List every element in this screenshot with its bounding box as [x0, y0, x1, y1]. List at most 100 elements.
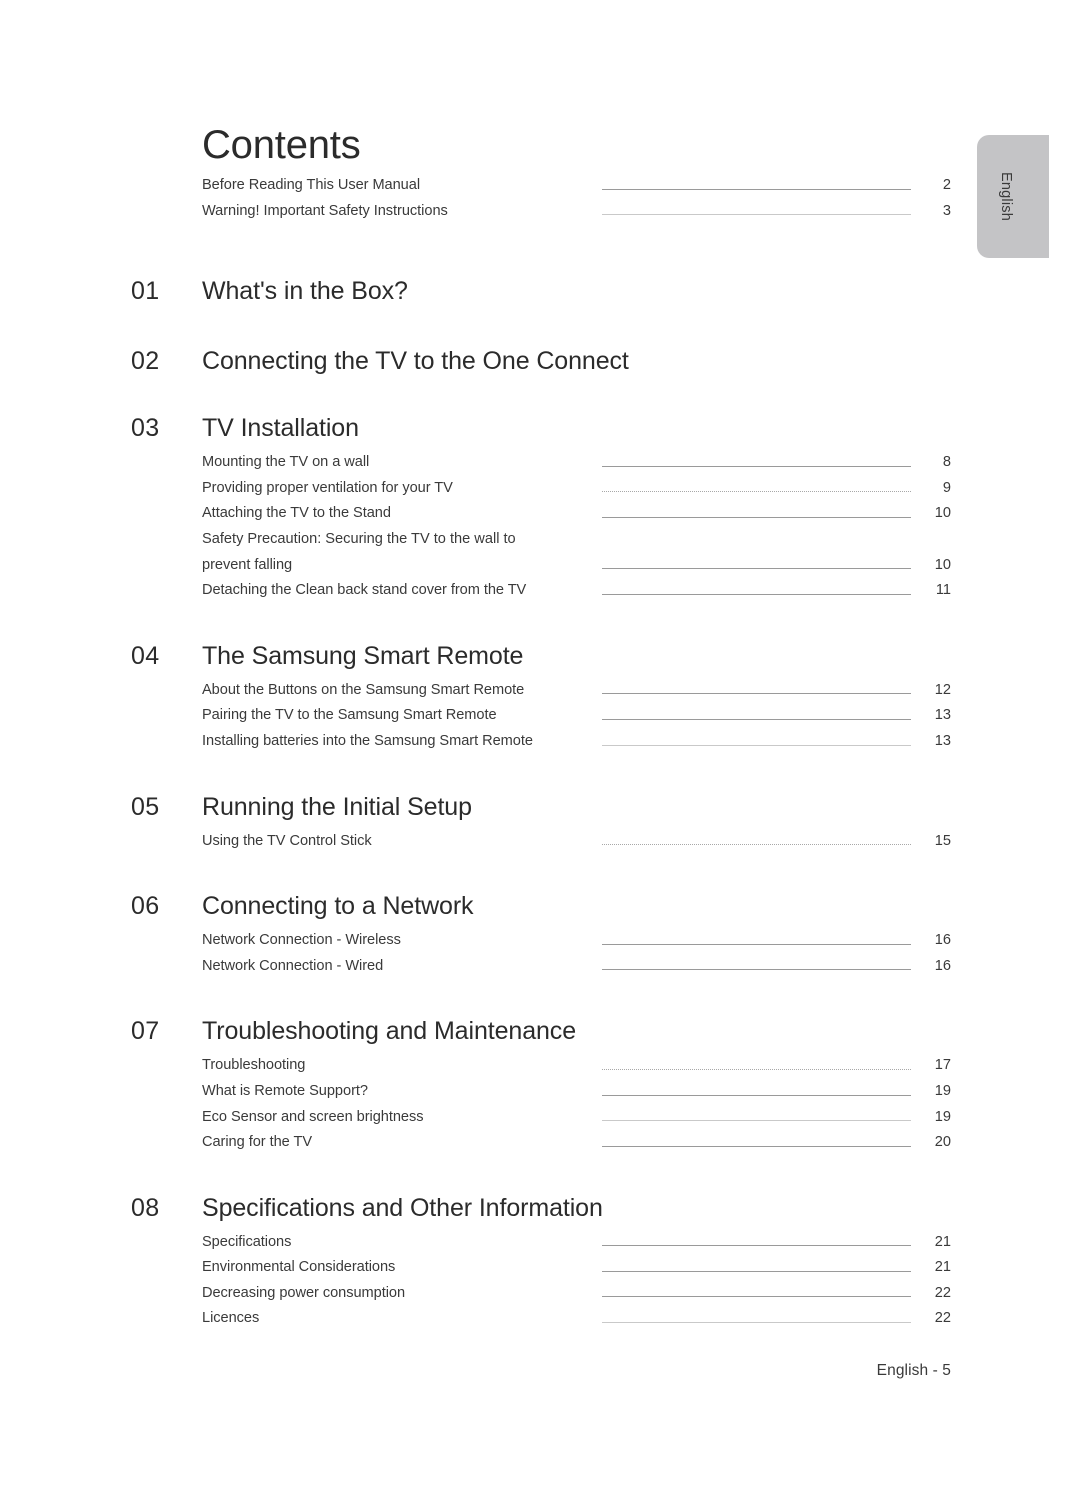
toc-page-number: 15 [934, 832, 951, 849]
toc-entry-label: Providing proper ventilation for your TV [202, 479, 453, 496]
section-01[interactable]: 01 What's in the Box? [131, 277, 951, 306]
toc-entry-label: Network Connection - Wireless [202, 932, 401, 949]
section-number: 08 [131, 1193, 160, 1222]
toc-entry[interactable]: What is Remote Support? 19 [202, 1079, 951, 1105]
toc-leader-line [602, 829, 917, 855]
section-body: What's in the Box? [202, 277, 951, 306]
toc-leader-line [602, 501, 917, 527]
section-03[interactable]: 03 TV Installation Mounting the TV on a wa… [131, 414, 951, 604]
toc-leader-line [602, 1306, 917, 1332]
toc-leader-line [602, 553, 917, 579]
toc-entry-label: Eco Sensor and screen brightness [202, 1108, 424, 1125]
section-body: Running the Initial Setup Using the TV Co… [202, 793, 951, 855]
section-body: Specifications and Other Information Spec… [202, 1194, 951, 1332]
toc-entry-label: Troubleshooting [202, 1057, 306, 1074]
page-footer: English - 5 [876, 1362, 951, 1379]
toc-page-number: 16 [934, 957, 951, 974]
section-list: 01 What's in the Box? 02 Connecting the TV … [131, 277, 951, 1332]
toc-entry[interactable]: Before Reading This User Manual 2 [202, 173, 951, 199]
toc-entry[interactable]: Attaching the TV to the Stand 10 [202, 501, 951, 527]
section-heading: The Samsung Smart Remote [202, 641, 524, 670]
toc-entry-label: Pairing the TV to the Samsung Smart Remo… [202, 707, 497, 724]
toc-entry-label: Installing batteries into the Samsung Sm… [202, 732, 533, 749]
section-05[interactable]: 05 Running the Initial Setup Using the TV … [131, 793, 951, 855]
section-04[interactable]: 04 The Samsung Smart Remote About the Butt… [131, 642, 951, 755]
toc-page-number: 16 [934, 932, 951, 949]
toc-page-number: 8 [942, 454, 951, 471]
toc-leader-line [602, 1281, 917, 1307]
toc-entry[interactable]: Installing batteries into the Samsung Sm… [202, 729, 951, 755]
toc-page-number: 13 [934, 732, 951, 749]
language-tab: English [977, 135, 1049, 258]
section-02[interactable]: 02 Connecting the TV to the One Connect [131, 347, 951, 376]
toc-entry-label: Detaching the Clean back stand cover fro… [202, 582, 527, 599]
toc-entry[interactable]: Licences 22 [202, 1306, 951, 1332]
toc-leader-line [602, 1105, 917, 1131]
toc-leader-line [602, 954, 917, 980]
toc-entry[interactable]: Network Connection - Wired 16 [202, 954, 951, 980]
toc-page-number: 13 [934, 707, 951, 724]
toc-entry[interactable]: Safety Precaution: Securing the TV to th… [202, 527, 951, 578]
toc-leader-line [602, 1079, 917, 1105]
toc-entry[interactable]: Network Connection - Wireless 16 [202, 928, 951, 954]
toc-sublist: Network Connection - Wireless 16 Network C… [202, 928, 951, 979]
section-06[interactable]: 06 Connecting to a Network Network Connect… [131, 892, 951, 979]
toc-entry[interactable]: Detaching the Clean back stand cover fro… [202, 578, 951, 604]
toc-entry[interactable]: Pairing the TV to the Samsung Smart Remo… [202, 703, 951, 729]
section-08[interactable]: 08 Specifications and Other Information Sp… [131, 1194, 951, 1332]
toc-sublist: Using the TV Control Stick 15 [202, 829, 951, 855]
section-number: 03 [131, 414, 160, 443]
section-number: 01 [131, 277, 160, 306]
toc-entry-label: What is Remote Support? [202, 1082, 368, 1099]
manual-page: English Contents Before Reading This Use… [0, 0, 1080, 1494]
section-07[interactable]: 07 Troubleshooting and Maintenance Trouble… [131, 1017, 951, 1155]
section-heading: Connecting the TV to the One Connect [202, 347, 629, 376]
toc-leader-line [602, 928, 917, 954]
section-body: Troubleshooting and Maintenance Troublesh… [202, 1017, 951, 1155]
section-number: 05 [131, 792, 160, 821]
toc-entry[interactable]: Caring for the TV 20 [202, 1130, 951, 1156]
toc-leader-line [602, 678, 917, 704]
section-heading: Connecting to a Network [202, 892, 474, 921]
toc-leader-line [602, 578, 917, 604]
toc-entry[interactable]: Using the TV Control Stick 15 [202, 829, 951, 855]
toc-entry[interactable]: Eco Sensor and screen brightness 19 [202, 1105, 951, 1131]
toc-entry[interactable]: Warning! Important Safety Instructions 3 [202, 199, 951, 225]
page-title: Contents [202, 123, 361, 167]
toc-sublist: Troubleshooting 17 What is Remote Support?… [202, 1053, 951, 1155]
toc-leader-line [602, 1255, 917, 1281]
content-column: Contents Before Reading This User Manual… [131, 0, 951, 1332]
toc-page-number: 22 [934, 1310, 951, 1327]
section-heading: What's in the Box? [202, 277, 408, 306]
toc-entry[interactable]: Decreasing power consumption 22 [202, 1281, 951, 1307]
toc-page-number: 11 [935, 582, 951, 599]
section-number: 04 [131, 641, 160, 670]
section-heading: Running the Initial Setup [202, 792, 472, 821]
toc-entry-label: Network Connection - Wired [202, 957, 384, 974]
toc-page-number: 19 [934, 1108, 951, 1125]
toc-page-number: 19 [934, 1082, 951, 1099]
toc-page-number: 22 [934, 1284, 951, 1301]
toc-entry[interactable]: Mounting the TV on a wall 8 [202, 450, 951, 476]
toc-entry-label: Environmental Considerations [202, 1259, 396, 1276]
section-body: Connecting the TV to the One Connect [202, 347, 951, 376]
toc-entry-label: Using the TV Control Stick [202, 832, 372, 849]
toc-entry[interactable]: Providing proper ventilation for your TV… [202, 476, 951, 502]
toc-entry[interactable]: About the Buttons on the Samsung Smart R… [202, 678, 951, 704]
toc-entry-label: Attaching the TV to the Stand [202, 505, 391, 522]
section-number: 06 [131, 892, 160, 921]
toc-entry-label: Safety Precaution: Securing the TV to th… [202, 530, 516, 547]
toc-entry[interactable]: Troubleshooting 17 [202, 1053, 951, 1079]
toc-entry-label: Warning! Important Safety Instructions [202, 202, 448, 219]
toc-entry[interactable]: Specifications 21 [202, 1230, 951, 1256]
toc-entry-label: Decreasing power consumption [202, 1284, 406, 1301]
toc-sublist: About the Buttons on the Samsung Smart R… [202, 678, 951, 755]
toc-leader-line [602, 173, 917, 199]
toc-page-number: 10 [934, 505, 951, 522]
toc-page-number: 2 [942, 177, 951, 193]
toc-entry-label: Specifications [202, 1233, 292, 1250]
toc-leader-line [602, 1230, 917, 1256]
toc-entry[interactable]: Environmental Considerations 21 [202, 1255, 951, 1281]
section-heading: Troubleshooting and Maintenance [202, 1017, 577, 1046]
language-tab-label: English [998, 172, 1014, 221]
